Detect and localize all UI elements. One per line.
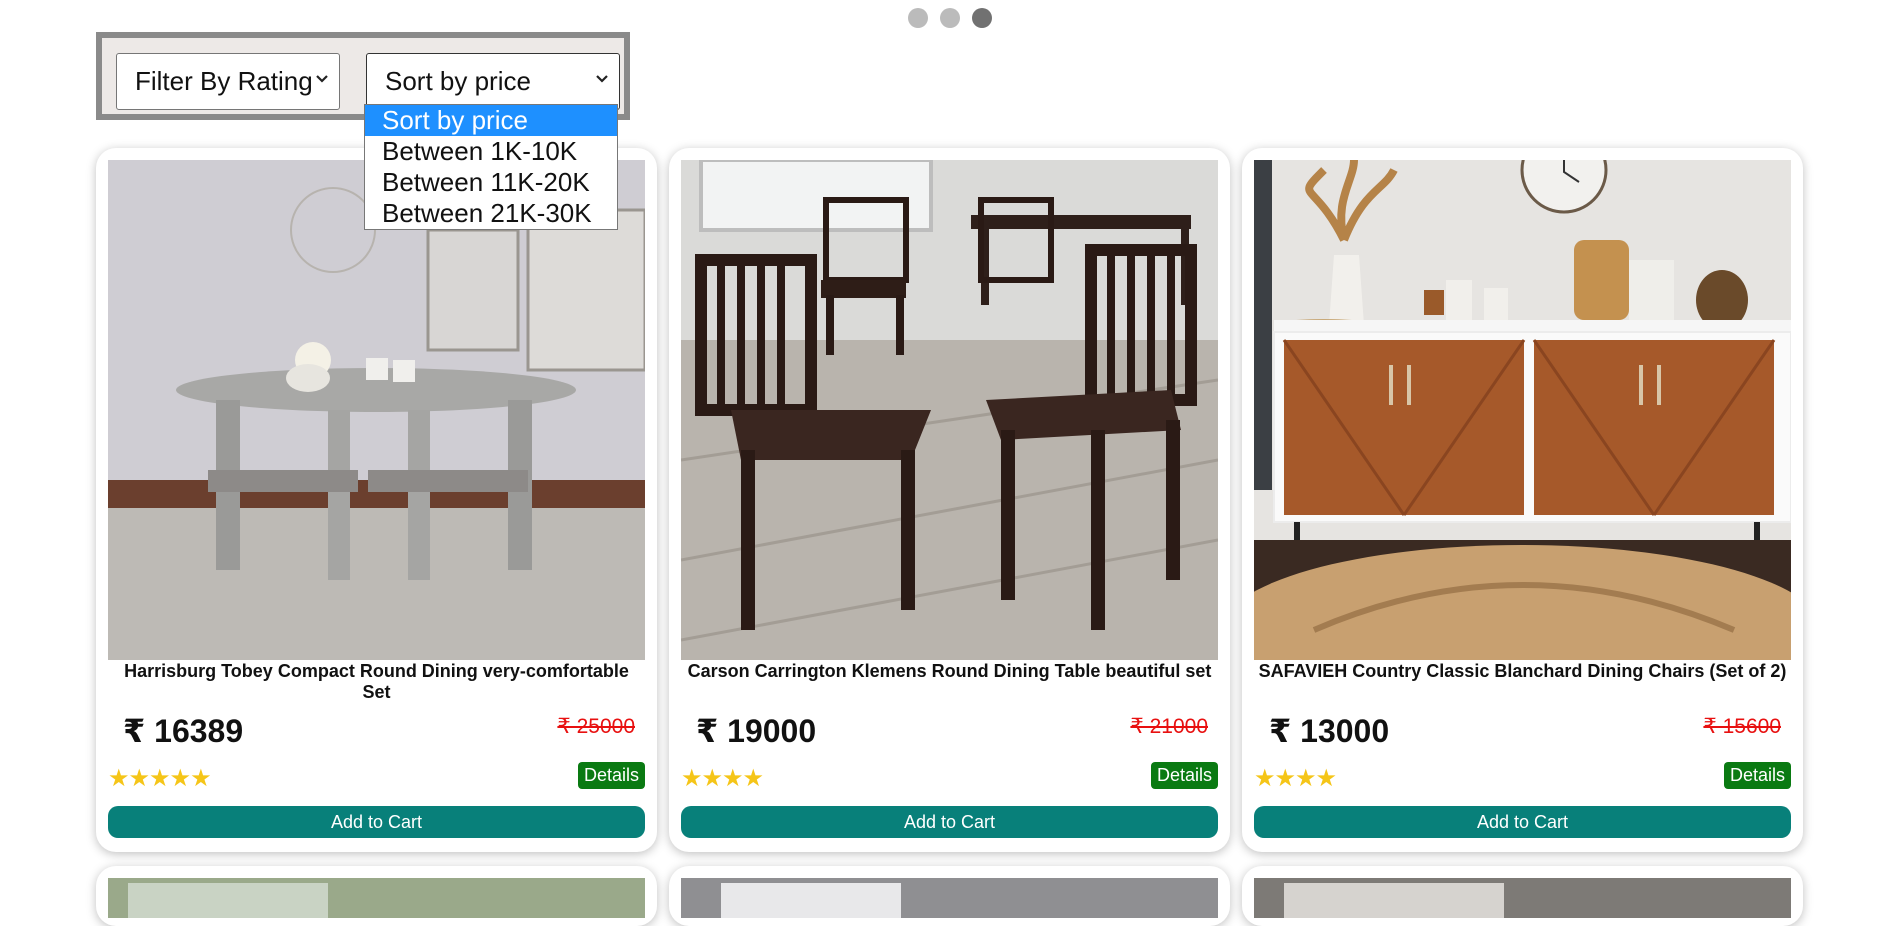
product-card: Carson Carrington Klemens Round Dining T…: [669, 148, 1230, 852]
product-price: ₹ 19000: [696, 713, 817, 749]
add-to-cart-button[interactable]: Add to Cart: [108, 806, 645, 838]
product-card-partial: [669, 866, 1230, 926]
product-price: ₹ 13000: [1269, 713, 1390, 749]
product-image-sideboard-cabinet[interactable]: [1254, 160, 1791, 660]
dropdown-option[interactable]: Between 21K-30K: [365, 198, 617, 229]
product-title[interactable]: Carson Carrington Klemens Round Dining T…: [681, 661, 1218, 682]
rating-select-value: Filter By Rating: [135, 66, 313, 96]
product-card-partial: [1242, 866, 1803, 926]
rating-stars: ★★★★★: [108, 765, 212, 792]
carousel-dot-active[interactable]: [972, 8, 992, 28]
product-title[interactable]: SAFAVIEH Country Classic Blanchard Dinin…: [1254, 661, 1791, 682]
details-button[interactable]: Details: [577, 762, 645, 789]
price-dropdown-list: Sort by price Between 1K-10K Between 11K…: [364, 104, 618, 230]
product-card: Harrisburg Tobey Compact Round Dining ve…: [96, 148, 657, 852]
product-original-price: ₹ 15600: [1703, 715, 1781, 738]
product-image-wooden-dining-chairs[interactable]: [681, 160, 1218, 660]
details-button[interactable]: Details: [1723, 762, 1791, 789]
carousel-dots: [908, 8, 992, 28]
dropdown-option[interactable]: Between 1K-10K: [365, 136, 617, 167]
product-image-partial[interactable]: [108, 878, 645, 918]
dropdown-option[interactable]: Sort by price: [365, 105, 617, 136]
dropdown-option[interactable]: Between 11K-20K: [365, 167, 617, 198]
product-image-round-dining-set[interactable]: [108, 160, 645, 660]
add-to-cart-button[interactable]: Add to Cart: [681, 806, 1218, 838]
filter-by-rating-select[interactable]: Filter By Rating: [116, 53, 340, 110]
product-title[interactable]: Harrisburg Tobey Compact Round Dining ve…: [108, 661, 645, 703]
chevron-down-icon: [595, 71, 609, 89]
add-to-cart-button[interactable]: Add to Cart: [1254, 806, 1791, 838]
product-image-partial[interactable]: [681, 878, 1218, 918]
details-button[interactable]: Details: [1150, 762, 1218, 789]
product-card: SAFAVIEH Country Classic Blanchard Dinin…: [1242, 148, 1803, 852]
rating-stars: ★★★★: [681, 765, 764, 792]
rating-stars: ★★★★: [1254, 765, 1337, 792]
carousel-dot[interactable]: [908, 8, 928, 28]
product-original-price: ₹ 21000: [1130, 715, 1208, 738]
chevron-down-icon: [315, 71, 329, 89]
product-image-partial[interactable]: [1254, 878, 1791, 918]
sort-by-price-select[interactable]: Sort by price: [366, 53, 620, 110]
product-card-partial: [96, 866, 657, 926]
product-price: ₹ 16389: [123, 713, 244, 749]
product-original-price: ₹ 25000: [557, 715, 635, 738]
carousel-dot[interactable]: [940, 8, 960, 28]
price-select-value: Sort by price: [385, 66, 531, 96]
